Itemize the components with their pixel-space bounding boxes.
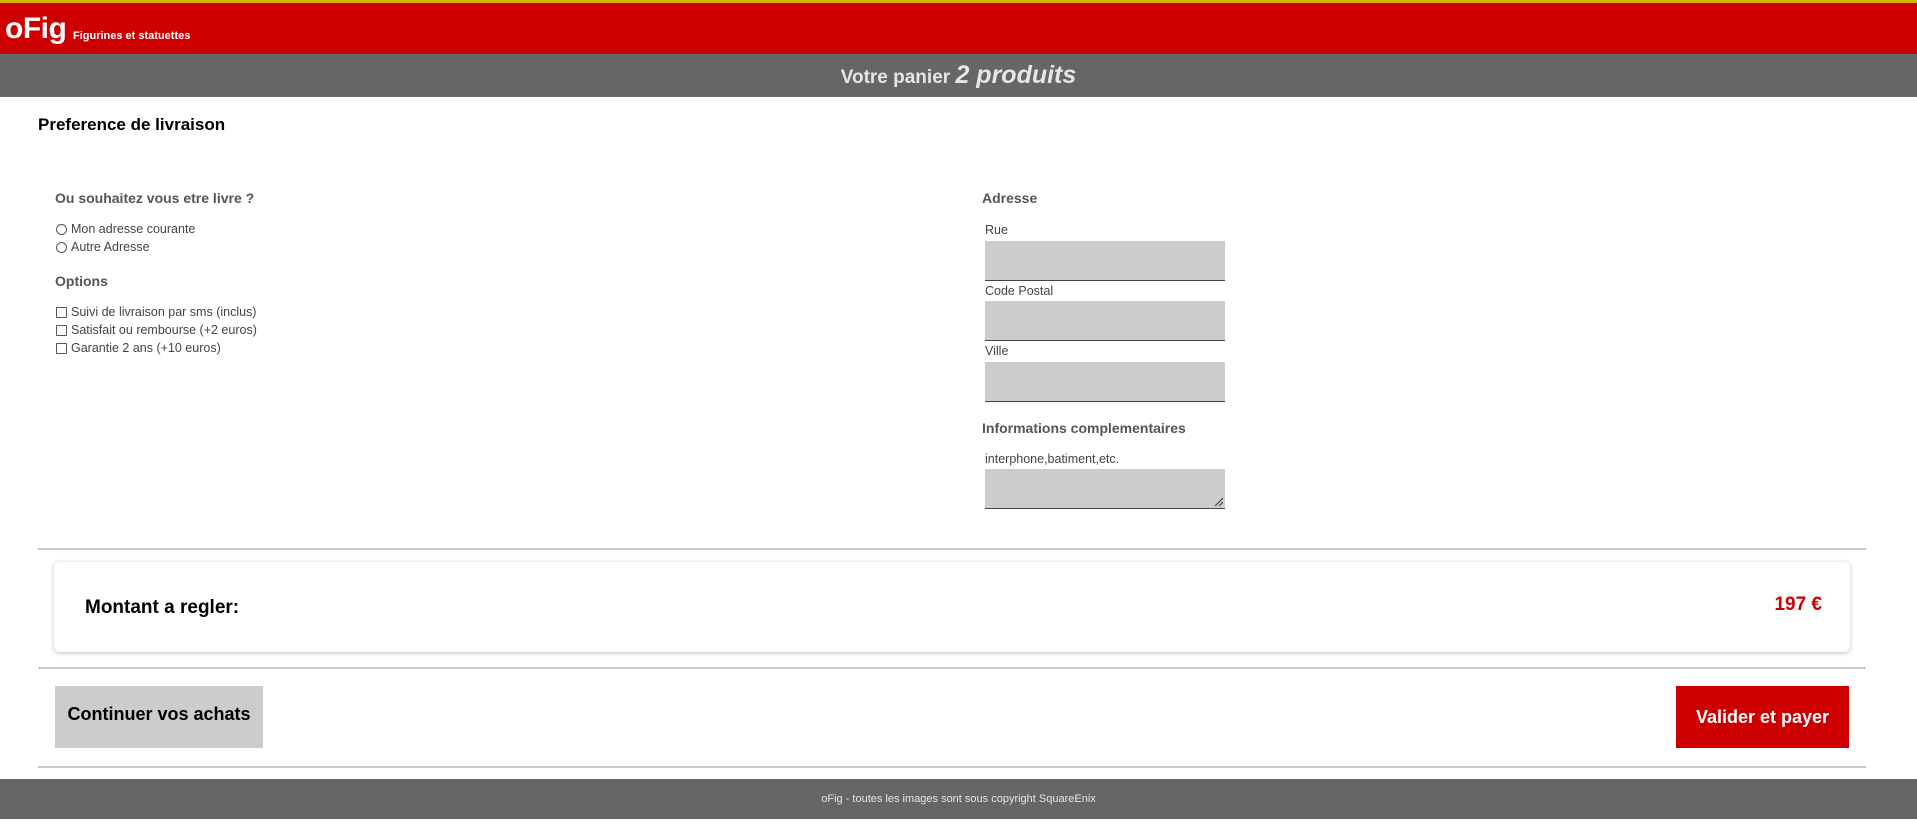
divider: [38, 766, 1866, 768]
extra-info-title: Informations complementaires: [982, 420, 1186, 436]
extra-info-textarea[interactable]: [985, 469, 1225, 509]
radio-label: Mon adresse courante: [71, 222, 196, 236]
site-tagline: Figurines et statuettes: [73, 30, 191, 42]
radio-label: Autre Adresse: [71, 240, 150, 254]
street-label: Rue: [985, 223, 1008, 237]
checkbox-label: Suivi de livraison par sms (inclus): [71, 305, 257, 319]
extra-info-label: interphone,batiment,etc.: [985, 452, 1120, 466]
checkbox-label: Garantie 2 ans (+10 euros): [71, 341, 221, 355]
footer: oFig - toutes les images sont sous copyr…: [0, 779, 1917, 819]
checkbox-label: Satisfait ou rembourse (+2 euros): [71, 323, 257, 337]
checkbox-icon[interactable]: [56, 324, 67, 336]
page-title: Preference de livraison: [38, 115, 226, 134]
continue-shopping-button[interactable]: Continuer vos achats: [55, 686, 263, 748]
city-label: Ville: [985, 344, 1009, 358]
delivery-location-label: Ou souhaitez vous etre livre ?: [55, 190, 255, 206]
checkbox-icon[interactable]: [56, 306, 67, 318]
radio-icon[interactable]: [56, 241, 67, 253]
checkbox-icon[interactable]: [56, 342, 67, 354]
validate-and-pay-button[interactable]: Valider et payer: [1676, 686, 1849, 748]
total-amount: 197 €: [1774, 594, 1822, 615]
radio-other-address[interactable]: Autre Adresse: [56, 240, 150, 254]
footer-copyright: oFig - toutes les images sont sous copyr…: [821, 793, 1096, 805]
checkbox-refund-guarantee[interactable]: Satisfait ou rembourse (+2 euros): [56, 323, 257, 337]
site-logo[interactable]: oFig: [5, 12, 67, 46]
options-label: Options: [55, 273, 108, 289]
total-label: Montant a regler:: [85, 597, 240, 618]
total-card: Montant a regler: 197 €: [54, 562, 1850, 652]
radio-current-address[interactable]: Mon adresse courante: [56, 222, 195, 236]
divider: [38, 548, 1866, 550]
checkbox-sms-tracking[interactable]: Suivi de livraison par sms (inclus): [56, 305, 256, 319]
postal-code-input[interactable]: [985, 301, 1225, 341]
cart-count: 2 produits: [955, 61, 1077, 89]
cart-summary: Votre panier 2 produits: [0, 54, 1917, 99]
address-title: Adresse: [982, 190, 1038, 206]
city-input[interactable]: [985, 362, 1225, 402]
postal-code-label: Code Postal: [985, 284, 1054, 298]
street-input[interactable]: [985, 241, 1225, 281]
divider: [38, 667, 1866, 669]
resize-handle-icon[interactable]: [1214, 497, 1223, 506]
cart-prefix: Votre panier: [840, 67, 951, 88]
top-header: oFig Figurines et statuettes: [0, 0, 1917, 54]
cart-summary-bar: Votre panier 2 produits: [0, 54, 1917, 97]
radio-icon[interactable]: [56, 223, 67, 235]
checkbox-warranty[interactable]: Garantie 2 ans (+10 euros): [56, 341, 221, 355]
